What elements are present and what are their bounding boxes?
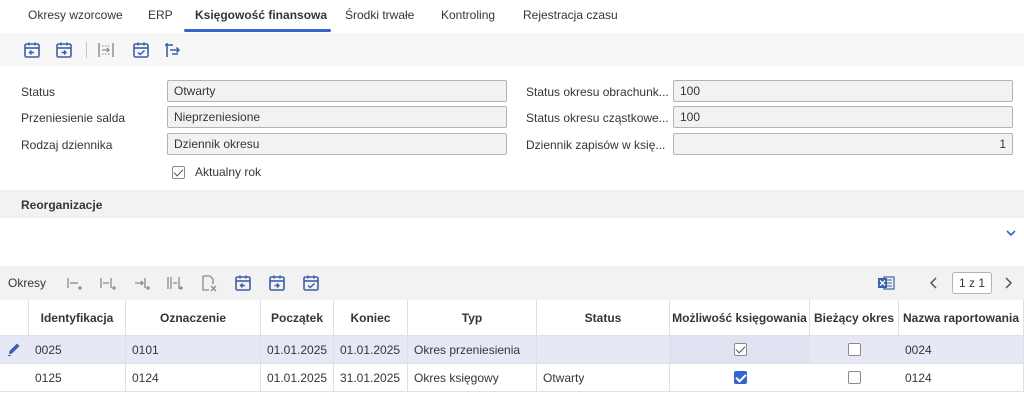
insert-column-icon[interactable] xyxy=(97,41,115,59)
current-year-label: Aktualny rok xyxy=(195,165,262,179)
cell-report-name: 0124 xyxy=(899,364,1024,392)
cell-name: 0101 xyxy=(126,336,261,364)
periods-title: Okresy xyxy=(8,276,47,290)
partial-period-status-label: Status okresu cząstkowe... xyxy=(526,111,669,125)
column-header-oznaczenie[interactable]: Oznaczenie xyxy=(126,300,261,336)
posting-journal-field[interactable]: 1 xyxy=(673,133,1013,155)
period-status-field[interactable]: 100 xyxy=(673,80,1013,102)
tab-rejestracja-czasu[interactable]: Rejestracja czasu xyxy=(523,8,618,22)
periods-toolbar: Okresy xyxy=(0,266,1024,300)
column-header-poczatek[interactable]: Początek xyxy=(261,300,334,336)
period-status-label: Status okresu obrachunk... xyxy=(526,85,669,99)
journal-type-field[interactable]: Dziennik okresu xyxy=(167,133,507,155)
journal-type-label: Rodzaj dziennika xyxy=(21,138,113,152)
posting-allowed-checkbox[interactable] xyxy=(734,371,747,384)
cell-name: 0124 xyxy=(126,364,261,392)
tab-srodki-trwale[interactable]: Środki trwałe xyxy=(345,8,414,22)
chevron-right-icon[interactable] xyxy=(1002,274,1014,292)
transfer-icon[interactable] xyxy=(164,41,182,59)
cell-status xyxy=(537,336,670,364)
column-header-nazwa-raportowania[interactable]: Nazwa raportowania xyxy=(899,300,1024,336)
cell-id: 0125 xyxy=(29,364,126,392)
current-period-checkbox[interactable] xyxy=(848,343,861,356)
balance-transfer-field[interactable]: Nieprzeniesione xyxy=(167,106,507,128)
tab-bar: Okresy wzorcowe ERP Księgowość finansowa… xyxy=(0,0,1024,33)
calendar-prev-icon[interactable] xyxy=(234,274,252,292)
insert-row-before-icon[interactable] xyxy=(66,274,84,292)
partial-period-status-field[interactable]: 100 xyxy=(673,106,1013,128)
toolbar-separator xyxy=(86,42,87,58)
posting-journal-label: Dziennik zapisów w księ... xyxy=(526,138,666,152)
cell-type: Okres księgowy xyxy=(408,364,537,392)
cell-status: Otwarty xyxy=(537,364,670,392)
column-header-koniec[interactable]: Koniec xyxy=(334,300,408,336)
column-header-identyfikacja[interactable]: Identyfikacja xyxy=(29,300,126,336)
chevron-down-icon[interactable] xyxy=(1004,226,1018,240)
column-header-status[interactable]: Status xyxy=(537,300,670,336)
tab-kontroling[interactable]: Kontroling xyxy=(441,8,495,22)
split-period-icon[interactable] xyxy=(166,274,184,292)
cell-start: 01.01.2025 xyxy=(261,336,334,364)
column-header-typ[interactable]: Typ xyxy=(408,300,537,336)
column-header-biezacy-okres[interactable]: Bieżący okres xyxy=(810,300,899,336)
row-selector-header xyxy=(0,300,29,336)
status-field[interactable]: Otwarty xyxy=(167,80,507,102)
insert-row-after-icon[interactable] xyxy=(133,274,151,292)
calendar-next-icon[interactable] xyxy=(55,41,73,59)
tab-okresy-wzorcowe[interactable]: Okresy wzorcowe xyxy=(28,8,123,22)
active-tab-indicator xyxy=(184,29,331,32)
calendar-prev-icon[interactable] xyxy=(23,41,41,59)
toolbar xyxy=(0,33,1024,66)
status-label: Status xyxy=(21,85,56,99)
calendar-next-icon[interactable] xyxy=(268,274,286,292)
insert-row-between-icon[interactable] xyxy=(99,274,117,292)
calendar-check-icon[interactable] xyxy=(132,41,150,59)
reorganization-section-header: Reorganizacje xyxy=(0,190,1024,218)
grid-line xyxy=(0,391,1024,392)
delete-document-icon[interactable] xyxy=(200,274,218,292)
excel-export-icon[interactable] xyxy=(877,274,895,292)
period-form: Status Otwarty Przeniesienie salda Niepr… xyxy=(0,66,1024,190)
current-year-checkbox[interactable] xyxy=(172,166,185,179)
cell-type: Okres przeniesienia xyxy=(408,336,537,364)
page-indicator[interactable]: 1 z 1 xyxy=(952,272,992,294)
column-header-mozliwosc-ksiegowania[interactable]: Możliwość księgowania xyxy=(670,300,810,336)
cell-report-name: 0024 xyxy=(899,336,1024,364)
tab-erp[interactable]: ERP xyxy=(148,8,173,22)
cell-start: 01.01.2025 xyxy=(261,364,334,392)
current-period-checkbox[interactable] xyxy=(848,371,861,384)
edit-pencil-icon[interactable] xyxy=(6,341,22,357)
reorganization-section-body xyxy=(0,218,1024,266)
cell-end: 31.01.2025 xyxy=(334,364,408,392)
cell-id: 0025 xyxy=(29,336,126,364)
chevron-left-icon[interactable] xyxy=(928,274,940,292)
tab-ksiegowosc-finansowa[interactable]: Księgowość finansowa xyxy=(195,8,327,22)
reorganization-title: Reorganizacje xyxy=(21,198,103,212)
cell-end: 01.01.2025 xyxy=(334,336,408,364)
posting-allowed-checkbox[interactable] xyxy=(734,343,747,356)
balance-transfer-label: Przeniesienie salda xyxy=(21,111,126,125)
calendar-check-icon[interactable] xyxy=(302,274,320,292)
